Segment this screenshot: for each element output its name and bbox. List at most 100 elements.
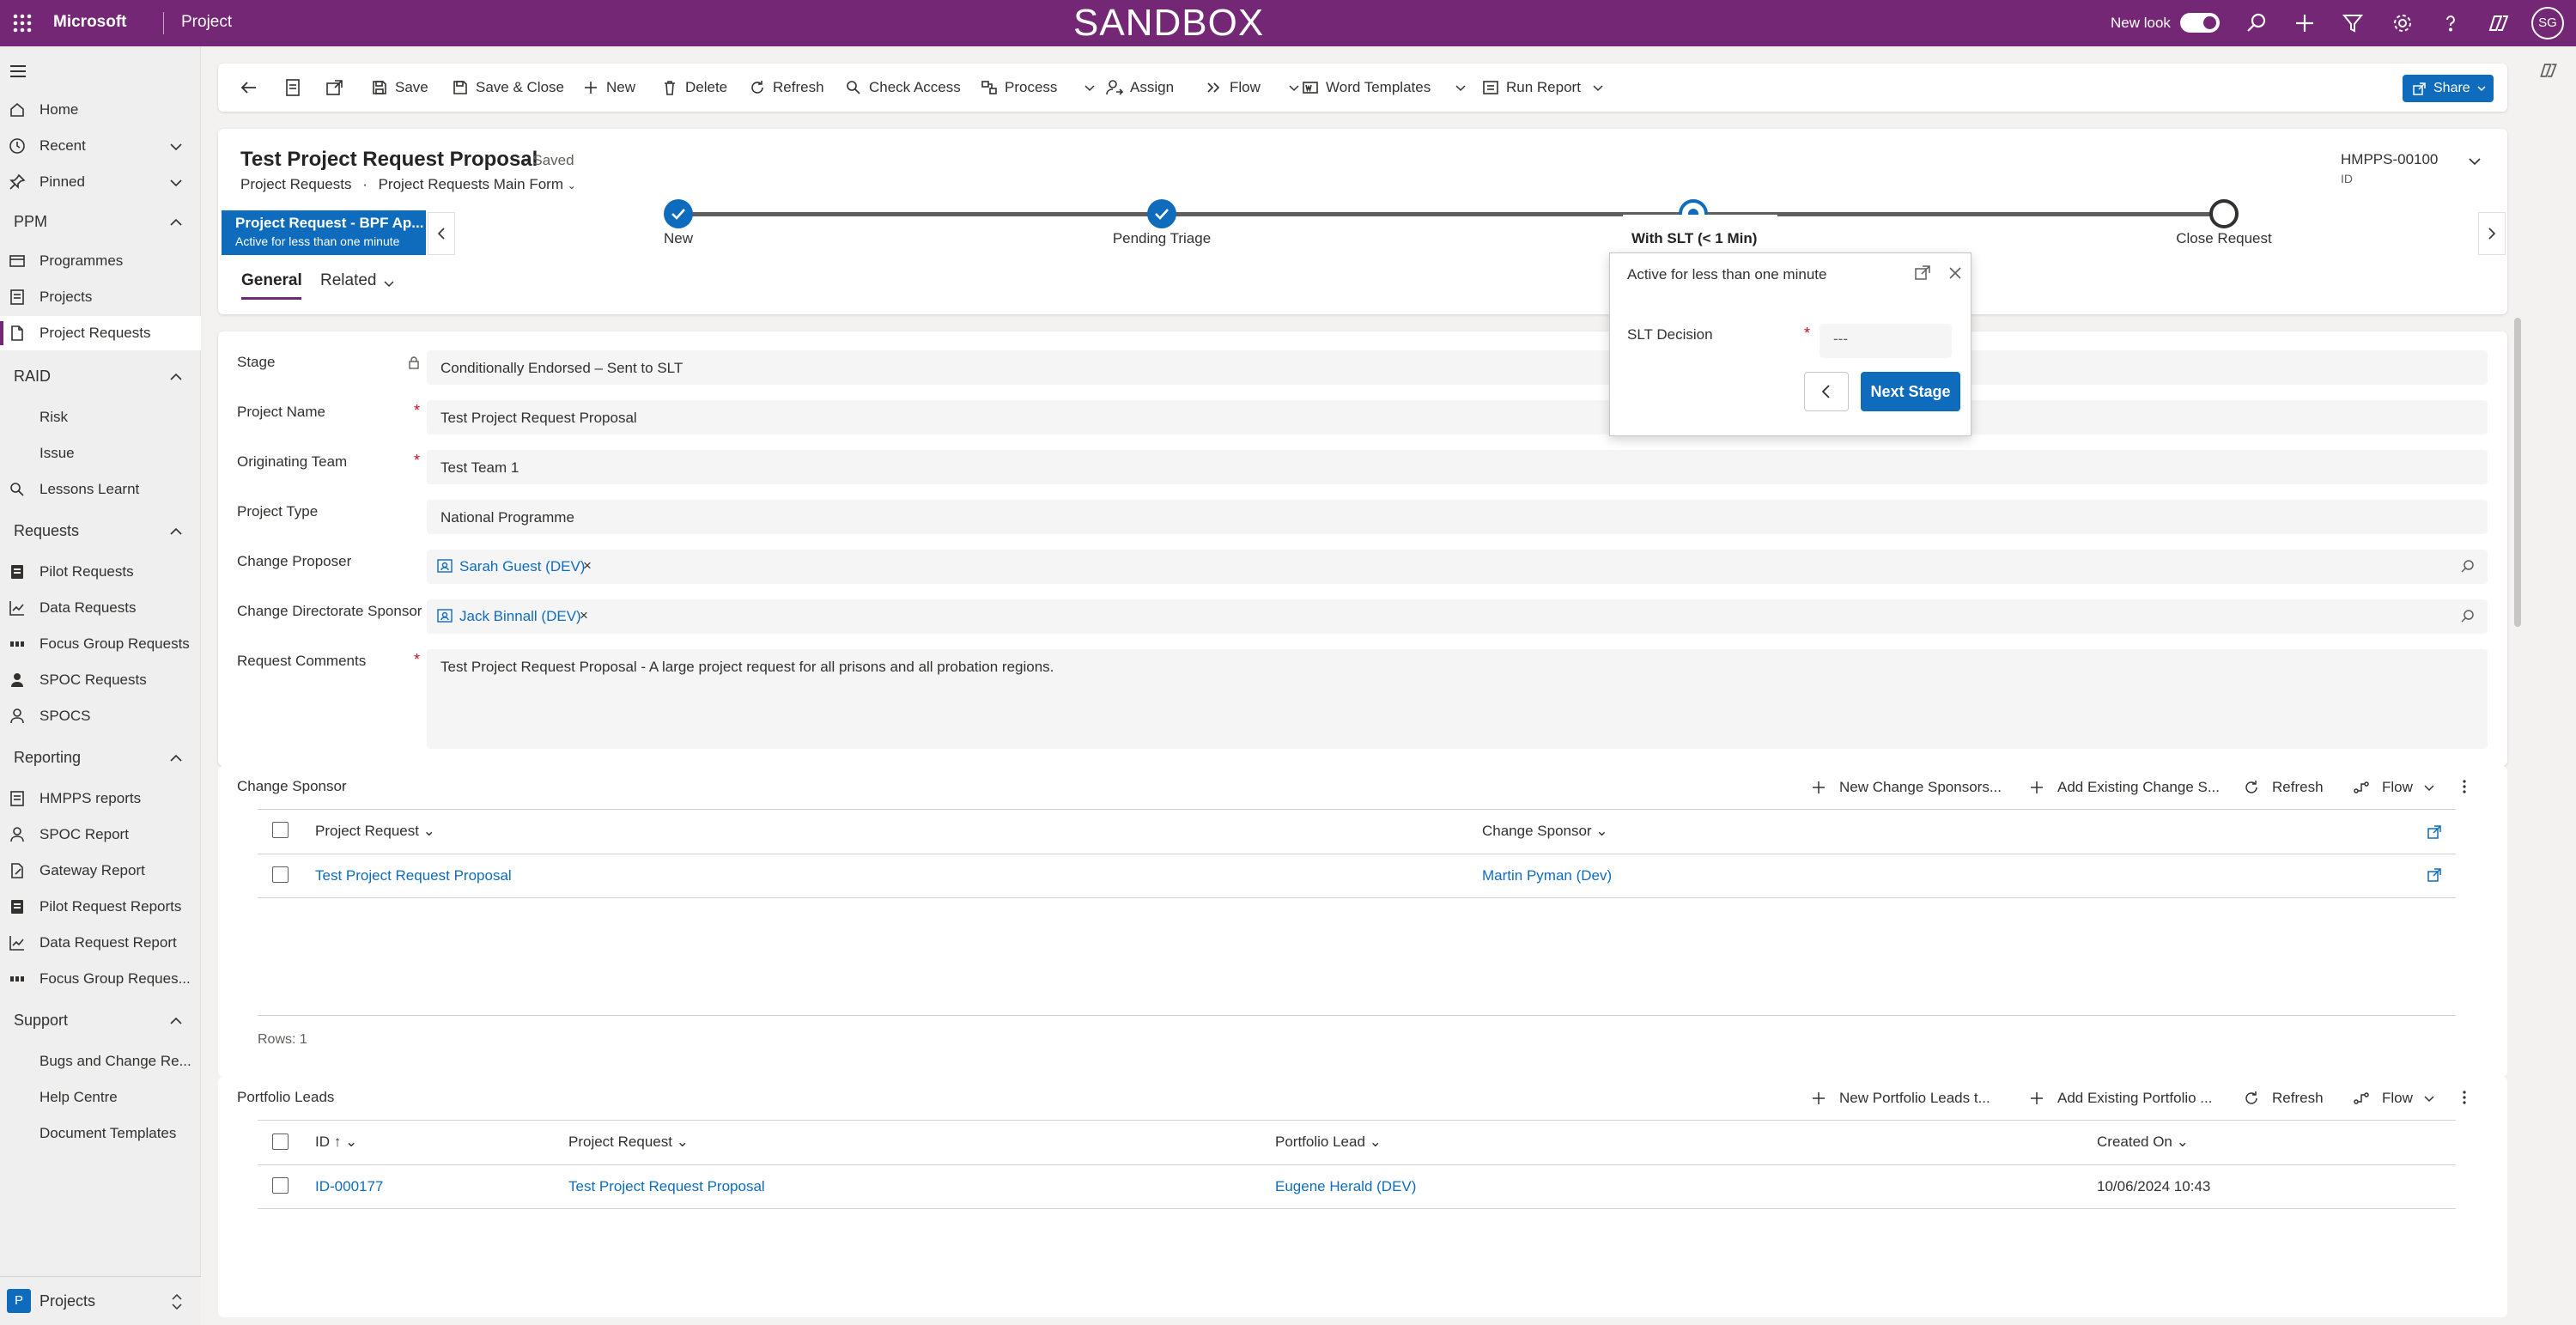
column-header-id[interactable]: ID ↑ ⌄	[315, 1134, 357, 1151]
close-icon[interactable]	[1947, 264, 1964, 282]
updown-chevron-icon[interactable]	[170, 1292, 184, 1311]
sidebar-group-support[interactable]: Support	[0, 1003, 201, 1037]
change-sponsor-link[interactable]: Martin Pyman (Dev)	[1482, 867, 1612, 884]
project-request-link[interactable]: Test Project Request Proposal	[315, 867, 512, 884]
remove-icon[interactable]: ×	[580, 607, 588, 624]
more-options-icon[interactable]	[2461, 776, 2468, 797]
form-selector[interactable]: Project Requests Main Form	[379, 176, 563, 192]
open-in-new-window-icon[interactable]	[325, 77, 345, 98]
filter-icon[interactable]	[2341, 11, 2365, 35]
sidebar-group-requests[interactable]: Requests	[0, 514, 201, 548]
id-link[interactable]: ID-000177	[315, 1178, 383, 1195]
stage-pending-triage-label[interactable]: Pending Triage	[1033, 230, 1291, 247]
project-request-link[interactable]: Test Project Request Proposal	[568, 1178, 765, 1195]
bpf-next-button[interactable]	[2478, 212, 2506, 255]
chevron-up-icon[interactable]	[168, 751, 184, 766]
back-arrow-icon[interactable]	[239, 77, 259, 98]
copilot-side-icon[interactable]	[2538, 60, 2559, 81]
sidebar-item-help-centre[interactable]: Help Centre	[0, 1080, 201, 1115]
search-icon[interactable]	[2460, 609, 2476, 624]
request-comments-field[interactable]: Test Project Request Proposal - A large …	[427, 649, 2488, 749]
bpf-previous-button[interactable]	[428, 212, 455, 255]
stage-new-checkmark-icon[interactable]	[664, 199, 693, 228]
change-proposer-field[interactable]: Sarah Guest (DEV) ×	[427, 550, 2488, 584]
hamburger-icon[interactable]	[9, 62, 27, 81]
bpf-flag[interactable]: Project Request - BPF Ap... Active for l…	[222, 210, 426, 255]
sidebar-item-hmpps-reports[interactable]: HMPPS reports	[0, 781, 201, 816]
sidebar-item-spoc-report[interactable]: SPOC Report	[0, 817, 201, 852]
column-header-portfolio-lead[interactable]: Portfolio Lead ⌄	[1275, 1134, 1382, 1151]
change-directorate-sponsor-field[interactable]: Jack Binnall (DEV) ×	[427, 599, 2488, 634]
sidebar-item-focus-group-report[interactable]: Focus Group Reques...	[0, 962, 201, 996]
sidebar-item-risk[interactable]: Risk	[0, 400, 201, 435]
more-options-icon[interactable]	[2461, 1087, 2468, 1108]
sidebar-item-home[interactable]: Home	[0, 93, 201, 127]
row-checkbox[interactable]	[272, 1177, 289, 1194]
chevron-down-icon[interactable]	[382, 277, 396, 290]
sidebar-item-gateway-report[interactable]: Gateway Report	[0, 854, 201, 888]
previous-stage-button[interactable]	[1804, 372, 1849, 411]
tab-general[interactable]: General	[241, 271, 302, 290]
stage-new-label[interactable]: New	[550, 230, 807, 247]
new-look-toggle[interactable]	[2180, 13, 2220, 33]
originating-team-field[interactable]: Test Team 1	[427, 450, 2488, 484]
next-stage-button[interactable]: Next Stage	[1861, 372, 1960, 411]
sidebar-item-projects[interactable]: Projects	[0, 280, 201, 314]
project-name-field[interactable]: Test Project Request Proposal	[427, 400, 2488, 435]
sidebar-item-document-templates[interactable]: Document Templates	[0, 1116, 201, 1151]
sidebar-group-raid[interactable]: RAID	[0, 359, 201, 393]
share-button[interactable]: Share	[2403, 75, 2494, 102]
chevron-up-icon[interactable]	[168, 215, 184, 230]
avatar[interactable]: SG	[2531, 7, 2564, 40]
sidebar-item-bugs-and-change-requests[interactable]: Bugs and Change Re...	[0, 1044, 201, 1079]
slt-decision-select[interactable]: ---	[1820, 324, 1952, 358]
table-row[interactable]: Test Project Request Proposal Martin Pym…	[258, 854, 2456, 897]
project-type-field[interactable]: National Programme	[427, 500, 2488, 534]
sidebar-group-ppm[interactable]: PPM	[0, 204, 201, 239]
chevron-down-icon[interactable]	[168, 139, 184, 155]
sidebar-item-data-requests[interactable]: Data Requests	[0, 591, 201, 625]
column-header-project-request[interactable]: Project Request ⌄	[568, 1134, 689, 1151]
settings-icon[interactable]	[2391, 11, 2415, 35]
table-row[interactable]: ID-000177 Test Project Request Proposal …	[258, 1165, 2456, 1208]
select-all-checkbox[interactable]	[272, 1134, 289, 1150]
plus-icon[interactable]	[2293, 11, 2317, 35]
sidebar-item-spocs[interactable]: SPOCS	[0, 699, 201, 733]
page-scrollbar[interactable]	[2514, 318, 2521, 627]
select-all-checkbox[interactable]	[272, 822, 289, 838]
remove-icon[interactable]: ×	[583, 557, 592, 574]
form-icon[interactable]	[283, 77, 302, 98]
column-header-created-on[interactable]: Created On ⌄	[2097, 1134, 2189, 1151]
portfolio-lead-link[interactable]: Eugene Herald (DEV)	[1275, 1178, 1416, 1195]
sidebar-item-pilot-request-reports[interactable]: Pilot Request Reports	[0, 890, 201, 924]
sidebar-group-reporting[interactable]: Reporting	[0, 740, 201, 775]
stage-with-slt-label[interactable]: With SLT (< 1 Min)	[1631, 230, 1757, 247]
app-name[interactable]: Project	[181, 13, 232, 32]
chevron-down-icon[interactable]: ⌄	[568, 179, 576, 191]
help-icon[interactable]	[2439, 11, 2463, 35]
sidebar-item-programmes[interactable]: Programmes	[0, 244, 201, 278]
chevron-down-icon[interactable]	[168, 175, 184, 191]
sidebar-item-project-requests[interactable]: Project Requests	[0, 316, 201, 350]
search-icon[interactable]	[2460, 559, 2476, 574]
expand-header-chevron-icon[interactable]	[2466, 153, 2483, 170]
open-associated-grid-icon[interactable]	[2427, 824, 2442, 840]
chevron-up-icon[interactable]	[168, 369, 184, 385]
dock-flyout-icon[interactable]	[1914, 264, 1931, 282]
microsoft-brand[interactable]: Microsoft	[53, 13, 127, 32]
sidebar-item-data-request-report[interactable]: Data Request Report	[0, 926, 201, 960]
chevron-up-icon[interactable]	[168, 524, 184, 539]
sidebar-item-lessons-learnt[interactable]: Lessons Learnt	[0, 472, 201, 507]
sidebar-item-issue[interactable]: Issue	[0, 436, 201, 471]
search-icon[interactable]	[2245, 11, 2269, 35]
app-launcher-icon[interactable]	[10, 11, 34, 35]
chevron-up-icon[interactable]	[168, 1013, 184, 1029]
sidebar-item-pilot-requests[interactable]: Pilot Requests	[0, 555, 201, 589]
stage-pending-triage-checkmark-icon[interactable]	[1147, 199, 1176, 228]
copilot-icon[interactable]	[2487, 11, 2511, 35]
area-switcher[interactable]: P Projects	[0, 1276, 201, 1325]
sidebar-item-pinned[interactable]: Pinned	[0, 165, 201, 199]
row-checkbox[interactable]	[272, 866, 289, 883]
stage-close-request-circle-icon[interactable]	[2209, 199, 2239, 228]
tab-related[interactable]: Related	[320, 271, 377, 290]
